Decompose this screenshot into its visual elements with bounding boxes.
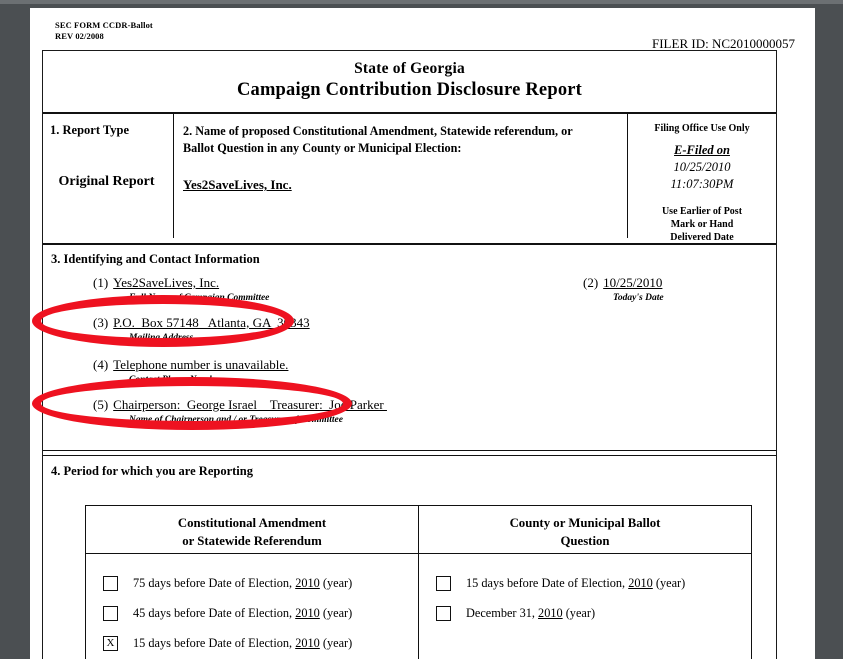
form-code-header: SEC FORM CCDR-Ballot REV 02/2008	[55, 20, 153, 42]
field-value: Yes2SaveLives, Inc.	[113, 275, 220, 290]
section-4-heading: 4. Period for which you are Reporting	[51, 464, 253, 478]
column-header-line2: or Statewide Referendum	[182, 534, 322, 548]
field-caption: Full Name of Campaign Committee	[129, 293, 270, 303]
reporting-period-label: 75 days before Date of Election, 2010 (y…	[133, 576, 353, 590]
viewer-top-strip	[0, 0, 843, 4]
section-2-heading-line1: 2. Name of proposed Constitutional Amend…	[183, 124, 573, 138]
field-number: (3)	[93, 315, 109, 330]
section-1-2-row: 1. Report Type Original Report 2. Name o…	[43, 114, 776, 243]
field-todays-date: (2) 10/25/2010 Today's Date	[583, 275, 664, 303]
section-2-amendment-name: 2. Name of proposed Constitutional Amend…	[174, 114, 628, 238]
checkbox-unchecked[interactable]	[436, 606, 451, 621]
field-number: (1)	[93, 275, 109, 290]
field-caption: Name of Chairperson and / or Treasurer o…	[129, 415, 343, 425]
section-3: 3. Identifying and Contact Information (…	[43, 245, 776, 450]
section-1-report-type: 1. Report Type Original Report	[43, 114, 174, 238]
form-title-block: State of Georgia Campaign Contribution D…	[43, 51, 776, 107]
reporting-period-label: December 31, 2010 (year)	[466, 606, 596, 620]
column-options: 15 days before Date of Election, 2010 (y…	[419, 554, 751, 659]
checkbox-checked[interactable]: X	[103, 636, 118, 651]
reporting-period-option[interactable]: 15 days before Date of Election, 2010 (y…	[436, 576, 751, 591]
section-1-heading: 1. Report Type	[50, 123, 130, 137]
efiled-time: 11:07:30PM	[670, 177, 734, 191]
column-options: 75 days before Date of Election, 2010 (y…	[86, 554, 418, 659]
report-type-value: Original Report	[58, 174, 155, 189]
section-4: 4. Period for which you are Reporting Co…	[43, 456, 776, 659]
filing-office-title: Filing Office Use Only	[654, 123, 750, 134]
filing-note-line3: Delivered Date	[670, 232, 734, 243]
field-number: (2)	[583, 275, 599, 290]
filing-note-line2: Mark or Hand	[670, 219, 734, 230]
column-header: County or Municipal Ballot Question	[419, 506, 751, 554]
efiled-label: E-Filed on	[674, 143, 730, 157]
reporting-period-option[interactable]: 75 days before Date of Election, 2010 (y…	[103, 576, 418, 591]
field-number: (4)	[93, 357, 109, 372]
column-header-line2: Question	[560, 534, 610, 548]
reporting-period-option[interactable]: 45 days before Date of Election, 2010 (y…	[103, 606, 418, 621]
reporting-period-label: 15 days before Date of Election, 2010 (y…	[466, 576, 686, 590]
period-column-constitutional: Constitutional Amendment or Statewide Re…	[86, 506, 419, 659]
form-revision: REV 02/2008	[55, 31, 104, 41]
efiled-date: 10/25/2010	[673, 160, 731, 174]
section-2-heading-line2: Ballot Question in any County or Municip…	[183, 141, 462, 155]
section-2-value: Yes2SaveLives, Inc.	[183, 177, 292, 192]
field-value: 10/25/2010	[603, 275, 663, 290]
checkbox-unchecked[interactable]	[103, 576, 118, 591]
title-report-name: Campaign Contribution Disclosure Report	[236, 80, 583, 100]
title-state: State of Georgia	[354, 60, 465, 77]
field-phone-number: (4) Telephone number is unavailable. Cont…	[93, 357, 288, 385]
checkbox-unchecked[interactable]	[436, 576, 451, 591]
field-value: P.O. Box 57148 Atlanta, GA 30343	[113, 315, 310, 330]
reporting-period-label: 15 days before Date of Election, 2010 (y…	[133, 636, 353, 650]
column-header-line1: Constitutional Amendment	[177, 516, 327, 530]
form-frame: State of Georgia Campaign Contribution D…	[42, 50, 777, 659]
field-officers: (5) Chairperson: George Israel Treasurer:…	[93, 397, 387, 425]
filing-note-line1: Use Earlier of Post	[661, 206, 743, 217]
field-value: Chairperson: George Israel Treasurer: Jo…	[113, 397, 387, 412]
field-number: (5)	[93, 397, 109, 412]
field-committee-name: (1) Yes2SaveLives, Inc. Full Name of Camp…	[93, 275, 269, 303]
field-value: Telephone number is unavailable.	[113, 357, 289, 372]
section-3-heading: 3. Identifying and Contact Information	[51, 252, 260, 266]
period-column-ballot-question: County or Municipal Ballot Question 15 d…	[419, 506, 751, 659]
reporting-period-option[interactable]: December 31, 2010 (year)	[436, 606, 751, 621]
form-code: SEC FORM CCDR-Ballot	[55, 20, 153, 30]
filing-office-box: Filing Office Use Only E-Filed on 10/25/…	[628, 114, 776, 243]
reporting-period-option[interactable]: X 15 days before Date of Election, 2010 (…	[103, 636, 418, 651]
filing-office-note: Use Earlier of Post Mark or Hand Deliver…	[632, 205, 772, 244]
field-caption: Mailing Address	[129, 333, 194, 343]
document-page: SEC FORM CCDR-Ballot REV 02/2008 FILER I…	[30, 8, 815, 659]
column-header: Constitutional Amendment or Statewide Re…	[86, 506, 418, 554]
column-header-line1: County or Municipal Ballot	[509, 516, 661, 530]
reporting-period-label: 45 days before Date of Election, 2010 (y…	[133, 606, 353, 620]
field-mailing-address: (3) P.O. Box 57148 Atlanta, GA 30343 Mail…	[93, 315, 310, 343]
checkbox-unchecked[interactable]	[103, 606, 118, 621]
reporting-period-table: Constitutional Amendment or Statewide Re…	[85, 505, 752, 659]
field-caption: Today's Date	[613, 293, 664, 303]
field-caption: Contact Phone Number	[129, 375, 222, 385]
